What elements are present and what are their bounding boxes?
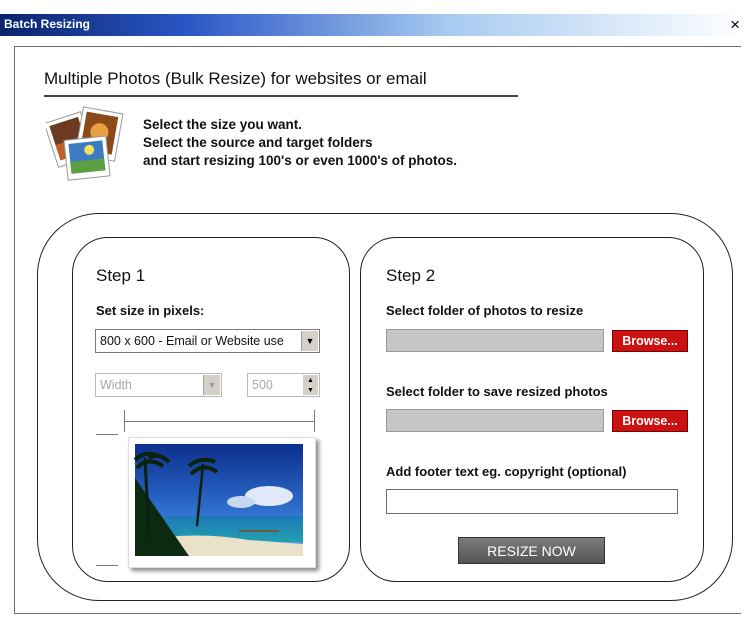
dropdown-arrow-icon[interactable]: ▼ [301, 331, 318, 351]
dimension-value: Width [100, 378, 132, 392]
width-guide-left-tick [124, 410, 125, 432]
height-guide-bottom-tick [96, 565, 118, 566]
spinner-buttons[interactable]: ▲ ▼ [303, 375, 318, 395]
target-browse-button[interactable]: Browse... [612, 410, 688, 432]
title-underline [44, 95, 518, 97]
preview-image [128, 437, 316, 568]
beach-photo [133, 444, 303, 556]
photo-stack-icon [46, 106, 124, 181]
dimension-select[interactable]: Width ▼ [95, 373, 222, 397]
intro-line: Select the source and target folders [143, 135, 373, 150]
intro-line: Select the size you want. [143, 117, 303, 132]
title-bar[interactable]: Batch Resizing × [0, 14, 744, 36]
target-folder-field[interactable] [386, 409, 604, 432]
dimension-number: 500 [252, 378, 273, 392]
step1-title: Step 1 [96, 266, 146, 285]
size-preset-value: 800 x 600 - Email or Website use [100, 334, 284, 348]
page-title: Multiple Photos (Bulk Resize) for websit… [44, 69, 427, 88]
footer-text-input[interactable] [386, 489, 678, 514]
source-folder-field[interactable] [386, 329, 604, 352]
window-title: Batch Resizing [4, 17, 91, 31]
batch-resizing-window: Batch Resizing × Multiple Photos (Bulk R… [0, 0, 744, 618]
source-folder-label: Select folder of photos to resize [386, 303, 584, 318]
size-label: Set size in pixels: [96, 303, 205, 318]
height-guide-top-tick [96, 434, 118, 435]
size-preset-select[interactable]: 800 x 600 - Email or Website use ▼ [95, 329, 320, 353]
close-icon[interactable]: × [730, 15, 740, 35]
intro-line: and start resizing 100's or even 1000's … [143, 153, 458, 168]
spin-up-icon[interactable]: ▲ [303, 375, 318, 385]
step2-title: Step 2 [386, 266, 436, 285]
dimension-spinner[interactable]: 500 ▲ ▼ [247, 373, 320, 397]
resize-now-button[interactable]: RESIZE NOW [458, 537, 605, 564]
dropdown-arrow-icon[interactable]: ▼ [203, 375, 220, 395]
intro-text: Select the size you want. Select the sou… [143, 116, 457, 170]
width-guide-line [124, 421, 315, 422]
spin-down-icon[interactable]: ▼ [303, 385, 318, 395]
width-guide-right-tick [314, 410, 315, 432]
source-browse-button[interactable]: Browse... [612, 330, 688, 352]
footer-text-label: Add footer text eg. copyright (optional) [386, 464, 627, 479]
target-folder-label: Select folder to save resized photos [386, 384, 608, 399]
